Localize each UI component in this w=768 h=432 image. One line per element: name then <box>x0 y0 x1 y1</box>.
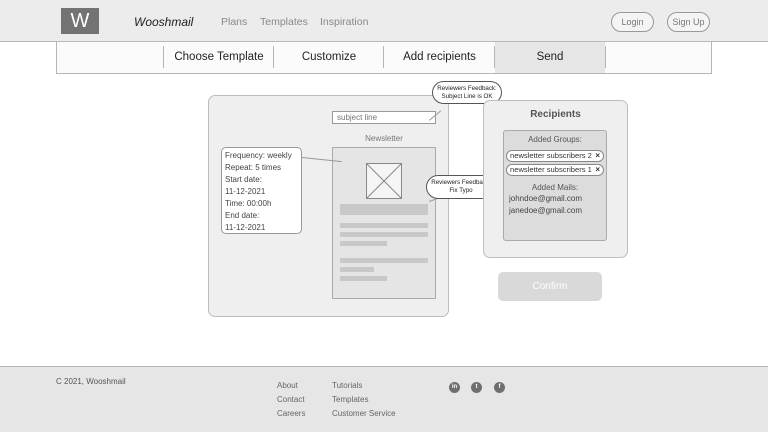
remove-icon[interactable]: × <box>595 151 600 161</box>
nav-plans[interactable]: Plans <box>221 16 247 28</box>
added-mails-label: Added Mails: <box>531 183 579 192</box>
footer-link-customer-service[interactable]: Customer Service <box>332 409 396 418</box>
nav-inspiration[interactable]: Inspiration <box>320 16 368 28</box>
recipients-title: Recipients <box>530 109 581 120</box>
nav-templates[interactable]: Templates <box>260 16 308 28</box>
schedule-settings-box[interactable]: Frequency: weekly Repeat: 5 times Start … <box>221 147 302 234</box>
mail-item: johndoe@gmail.com <box>509 194 583 203</box>
text-line <box>340 276 387 281</box>
schedule-end-label: End date: <box>225 211 260 220</box>
text-line <box>340 258 428 263</box>
remove-icon[interactable]: × <box>595 165 600 175</box>
step-customize[interactable]: Customize <box>274 42 384 73</box>
image-placeholder[interactable] <box>366 163 402 199</box>
signup-button[interactable]: Sign Up <box>667 12 710 32</box>
schedule-end-date: 11-12-2021 <box>225 223 266 232</box>
group-tag-label: newsletter subscribers 1 <box>510 165 592 174</box>
subject-line-input[interactable] <box>332 111 436 124</box>
footer-link-careers[interactable]: Careers <box>277 409 305 418</box>
footer <box>0 366 768 432</box>
added-groups-label: Added Groups: <box>528 135 582 144</box>
schedule-start-label: Start date: <box>225 175 262 184</box>
login-button[interactable]: Login <box>611 12 654 32</box>
text-line <box>340 241 387 246</box>
schedule-start-date: 11-12-2021 <box>225 187 266 196</box>
group-tag[interactable]: newsletter subscribers 1 × <box>506 164 604 176</box>
mail-item: janedoe@gmail.com <box>509 206 583 215</box>
feedback-heading: Reviewers Feedback: <box>437 85 497 92</box>
logo[interactable]: W <box>61 8 99 34</box>
footer-link-tutorials[interactable]: Tutorials <box>332 381 362 390</box>
group-tag[interactable]: newsletter subscribers 2 × <box>506 150 604 162</box>
twitter-icon[interactable]: t <box>471 382 482 393</box>
text-line <box>340 232 428 237</box>
schedule-repeat: Repeat: 5 times <box>225 163 282 172</box>
newsletter-title: Newsletter <box>365 134 403 143</box>
group-tag-label: newsletter subscribers 2 <box>510 151 592 160</box>
image-placeholder-icon <box>366 163 402 199</box>
brand-name[interactable]: Wooshmail <box>134 15 193 29</box>
linkedin-icon[interactable]: in <box>449 382 460 393</box>
copyright: C 2021, Wooshmail <box>56 377 126 386</box>
footer-link-contact[interactable]: Contact <box>277 395 305 404</box>
footer-link-templates[interactable]: Templates <box>332 395 368 404</box>
text-line <box>340 223 428 228</box>
heading-block <box>340 204 428 215</box>
step-divider <box>605 46 606 68</box>
footer-link-about[interactable]: About <box>277 381 298 390</box>
step-add-recipients[interactable]: Add recipients <box>384 42 495 73</box>
schedule-frequency: Frequency: weekly <box>225 151 292 160</box>
confirm-button[interactable]: Confirm <box>498 272 602 301</box>
step-choose-template[interactable]: Choose Template <box>164 42 274 73</box>
schedule-time: Time: 00:00h <box>225 199 272 208</box>
text-line <box>340 267 374 272</box>
steps-bar: Choose Template Customize Add recipients… <box>56 42 712 74</box>
step-send[interactable]: Send <box>495 42 605 73</box>
facebook-icon[interactable]: f <box>494 382 505 393</box>
